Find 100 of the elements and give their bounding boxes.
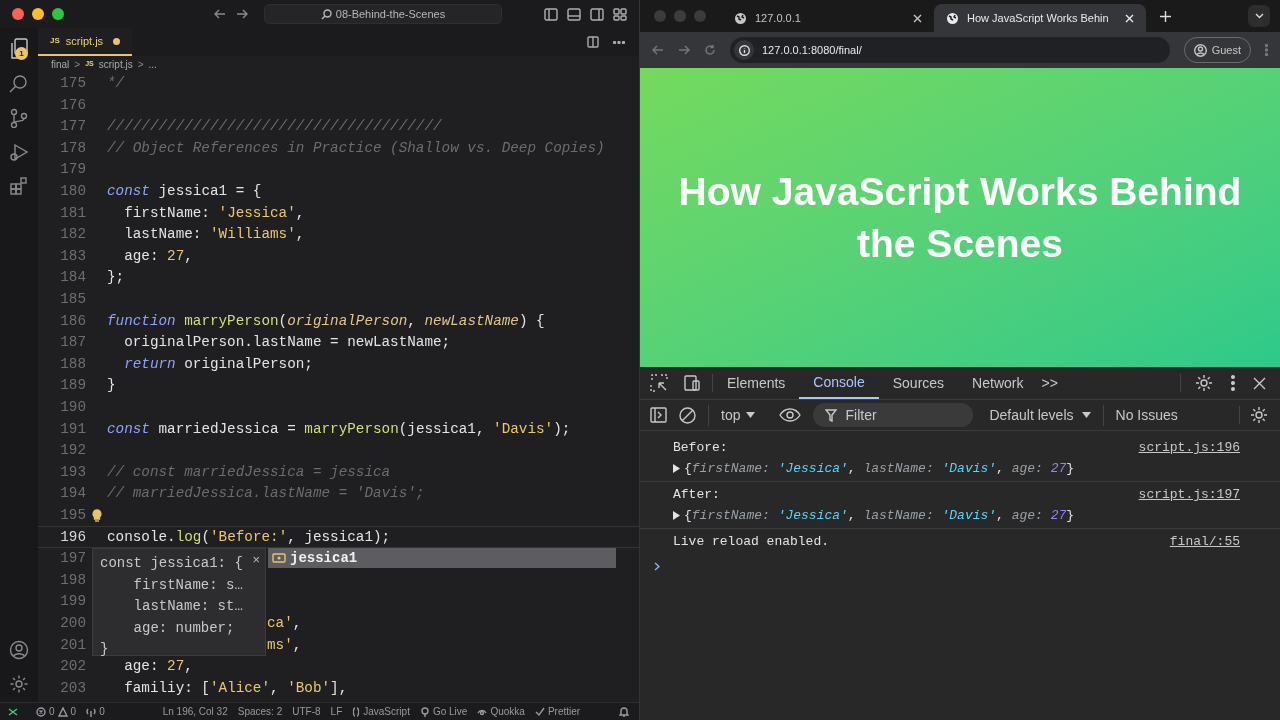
sidebar-toggle-icon[interactable] bbox=[650, 407, 667, 423]
lightbulb-icon[interactable] bbox=[91, 509, 102, 523]
autocomplete-item[interactable]: jessica1 bbox=[268, 548, 616, 568]
ports-button[interactable]: 0 bbox=[86, 704, 105, 719]
maximize-window-button[interactable] bbox=[52, 8, 64, 20]
browser-tab[interactable]: How JavaScript Works Behin bbox=[934, 4, 1146, 32]
quokka-button[interactable]: Quokka bbox=[477, 704, 525, 719]
line-number: 180 bbox=[59, 182, 86, 202]
new-tab-icon[interactable] bbox=[1160, 10, 1171, 22]
source-control-icon[interactable] bbox=[9, 108, 29, 128]
context-selector[interactable]: top bbox=[708, 404, 756, 426]
forward-arrow-icon[interactable] bbox=[678, 44, 690, 56]
line-number: 181 bbox=[59, 203, 86, 223]
line-number: 198 bbox=[59, 570, 86, 590]
type-hint-line: firstName: s… bbox=[132, 575, 243, 595]
sidebar-layout-icon[interactable] bbox=[544, 7, 558, 21]
line-number: 200 bbox=[59, 613, 86, 633]
dropdown-caret-icon bbox=[746, 412, 756, 418]
more-tabs-button[interactable]: >> bbox=[1037, 367, 1062, 399]
eye-icon[interactable] bbox=[779, 408, 802, 422]
language-button[interactable]: JavaScript bbox=[352, 704, 410, 719]
close-window-button[interactable] bbox=[12, 8, 24, 20]
issues-button[interactable]: No Issues bbox=[1102, 404, 1178, 426]
code-line: // Object References in Practice (Shallow vs. Deep Copies) bbox=[107, 138, 605, 158]
code-line: originalPerson.lastName = newLastName; bbox=[123, 333, 451, 353]
line-number: 183 bbox=[59, 246, 86, 266]
breadcrumb-item[interactable]: ... bbox=[148, 56, 157, 72]
back-arrow-icon[interactable] bbox=[652, 44, 664, 56]
devtools-tab[interactable]: Sources bbox=[878, 367, 959, 399]
prettier-button[interactable]: Prettier bbox=[534, 704, 581, 719]
code-line: return originalPerson; bbox=[123, 354, 313, 374]
source-link[interactable]: script.js:197 bbox=[1138, 484, 1240, 505]
close-icon[interactable] bbox=[1253, 376, 1266, 390]
split-layout-icon[interactable] bbox=[590, 7, 604, 21]
type-hint-line: age: number; bbox=[132, 618, 235, 638]
source-link[interactable]: script.js:196 bbox=[1138, 437, 1240, 458]
line-number: 184 bbox=[59, 268, 86, 288]
close-icon[interactable] bbox=[913, 13, 922, 23]
bell-icon[interactable] bbox=[619, 706, 629, 717]
settings-icon[interactable] bbox=[9, 674, 29, 694]
expand-triangle-icon bbox=[673, 511, 680, 520]
js-file-icon: JS bbox=[50, 35, 60, 47]
problems-button[interactable]: 0 0 bbox=[36, 704, 77, 719]
cursor-position[interactable]: Ln 196, Col 32 bbox=[162, 704, 228, 719]
split-editor-icon[interactable] bbox=[587, 36, 599, 48]
site-info-button[interactable] bbox=[734, 40, 754, 60]
go-live-button[interactable]: Go Live bbox=[419, 704, 468, 719]
ports-count: 0 bbox=[99, 705, 105, 719]
run-debug-icon[interactable] bbox=[9, 142, 29, 162]
code-line: familiy: ['Alice', 'Bob'], bbox=[123, 678, 348, 698]
console-message: Live reload enabled. bbox=[673, 533, 831, 551]
broadcast-icon bbox=[419, 706, 430, 717]
indentation-setting[interactable]: Spaces: 2 bbox=[237, 704, 283, 719]
files-icon[interactable] bbox=[9, 38, 29, 60]
panel-layout-icon[interactable] bbox=[567, 7, 581, 21]
code-line: function marryPerson(originalPerson, newLastName) { bbox=[107, 311, 545, 331]
address-bar[interactable]: 127.0.0.1:8080/final/ bbox=[730, 37, 1170, 63]
extensions-icon[interactable] bbox=[9, 176, 29, 196]
object-preview[interactable]: {firstName: 'Jessica', lastName: 'Davis', age: 27} bbox=[673, 458, 1139, 479]
dropdown-caret-icon bbox=[1081, 412, 1091, 418]
customize-layout-icon[interactable] bbox=[613, 7, 627, 21]
inspect-element-icon[interactable] bbox=[650, 374, 668, 392]
reload-icon[interactable] bbox=[704, 44, 716, 56]
source-link[interactable]: final/:55 bbox=[1169, 531, 1240, 552]
browser-tab[interactable]: 127.0.0.1 bbox=[722, 4, 934, 32]
back-arrow-icon[interactable] bbox=[214, 8, 226, 20]
settings-icon[interactable] bbox=[1239, 406, 1268, 424]
clear-console-icon[interactable] bbox=[679, 406, 696, 424]
warning-icon bbox=[57, 706, 68, 717]
breadcrumb-separator: > bbox=[137, 57, 144, 72]
more-vertical-icon[interactable] bbox=[1231, 375, 1235, 391]
code-line: lastName: 'Williams', bbox=[123, 225, 305, 245]
editor-tab[interactable]: JS script.js bbox=[38, 28, 132, 56]
line-number: 176 bbox=[59, 95, 86, 115]
device-toolbar-icon[interactable] bbox=[682, 375, 700, 391]
devtools-tab[interactable]: Console bbox=[799, 367, 879, 399]
forward-arrow-icon[interactable] bbox=[236, 8, 248, 20]
line-ending-setting[interactable]: LF bbox=[330, 704, 343, 719]
breadcrumb-item[interactable]: script.js bbox=[98, 56, 133, 72]
log-levels-dropdown[interactable]: Default levels bbox=[989, 404, 1091, 426]
tab-search-button[interactable] bbox=[1248, 5, 1270, 27]
encoding-setting[interactable]: UTF-8 bbox=[292, 704, 321, 719]
line-number: 189 bbox=[59, 376, 86, 396]
filter-field[interactable]: Filter bbox=[813, 403, 974, 427]
line-number: 201 bbox=[59, 635, 86, 655]
funnel-icon bbox=[825, 409, 838, 422]
chevron-down-icon bbox=[1254, 13, 1264, 19]
minimize-window-button[interactable] bbox=[32, 8, 44, 20]
prompt-chevron-icon[interactable] bbox=[654, 562, 660, 571]
search-icon[interactable] bbox=[9, 74, 29, 94]
search-icon bbox=[320, 8, 332, 20]
close-button[interactable]: × bbox=[252, 550, 260, 570]
devtools-tab[interactable]: Elements bbox=[713, 367, 800, 399]
command-center-field[interactable]: 08-Behind-the-Scenes bbox=[264, 4, 502, 24]
error-icon bbox=[36, 706, 46, 717]
account-icon[interactable] bbox=[9, 640, 29, 660]
devtools-tab[interactable]: Network bbox=[958, 367, 1038, 399]
breadcrumb-item[interactable]: final bbox=[51, 56, 70, 72]
line-number: 197 bbox=[59, 549, 86, 569]
object-preview[interactable]: {firstName: 'Jessica', lastName: 'Davis', age: 27} bbox=[673, 505, 1139, 526]
